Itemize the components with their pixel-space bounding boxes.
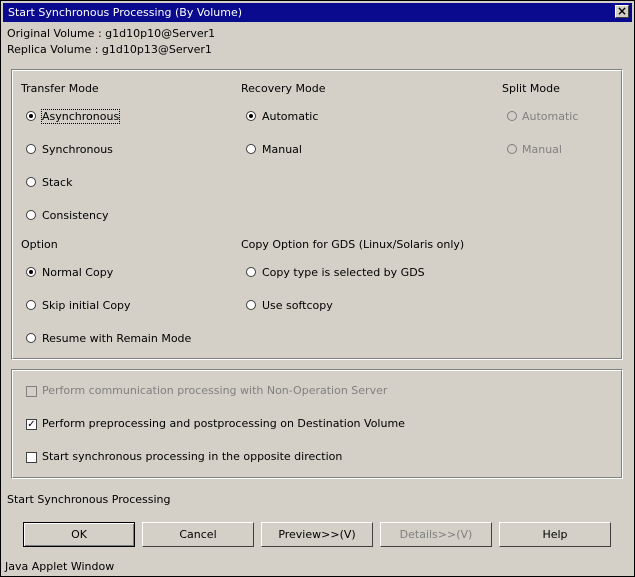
option-normal-copy-label[interactable]: Normal Copy: [42, 266, 113, 279]
preview-button[interactable]: Preview>>(V): [261, 522, 373, 547]
transfer-asynchronous-radio[interactable]: [26, 111, 36, 121]
original-volume-label: Original Volume : g1d10p10@Server1: [7, 27, 216, 40]
ok-button[interactable]: OK: [23, 522, 135, 547]
pre-post-processing-checkbox[interactable]: ✓: [26, 419, 37, 430]
footer-label: Java Applet Window: [5, 560, 115, 573]
use-softcopy-radio[interactable]: [246, 300, 256, 310]
opposite-direction-checkbox[interactable]: [26, 452, 37, 463]
option-heading: Option: [21, 238, 58, 251]
transfer-synchronous-label[interactable]: Synchronous: [42, 143, 113, 156]
transfer-consistency-radio[interactable]: [26, 210, 36, 220]
option-skip-initial-copy-label[interactable]: Skip initial Copy: [42, 299, 131, 312]
split-automatic-radio[interactable]: [507, 111, 517, 121]
status-text: Start Synchronous Processing: [7, 493, 171, 506]
transfer-asynchronous-label[interactable]: Asynchronous: [40, 109, 121, 124]
non-operation-server-checkbox[interactable]: [26, 386, 37, 397]
transfer-stack-radio[interactable]: [26, 177, 36, 187]
replica-volume-label: Replica Volume : g1d10p13@Server1: [7, 43, 212, 56]
window-title: Start Synchronous Processing (By Volume): [8, 6, 243, 19]
split-manual-radio[interactable]: [507, 144, 517, 154]
split-manual-label[interactable]: Manual: [522, 143, 562, 156]
option-resume-remain-label[interactable]: Resume with Remain Mode: [42, 332, 191, 345]
recovery-manual-radio[interactable]: [246, 144, 256, 154]
help-button[interactable]: Help: [499, 522, 611, 547]
option-normal-copy-radio[interactable]: [26, 267, 36, 277]
transfer-consistency-label[interactable]: Consistency: [42, 209, 109, 222]
transfer-mode-heading: Transfer Mode: [21, 82, 99, 95]
split-automatic-label[interactable]: Automatic: [522, 110, 578, 123]
cancel-button[interactable]: Cancel: [142, 522, 254, 547]
option-skip-initial-copy-radio[interactable]: [26, 300, 36, 310]
recovery-mode-heading: Recovery Mode: [241, 82, 326, 95]
split-mode-heading: Split Mode: [502, 82, 560, 95]
opposite-direction-label[interactable]: Start synchronous processing in the oppo…: [42, 450, 342, 463]
non-operation-server-label[interactable]: Perform communication processing with No…: [42, 384, 387, 397]
transfer-synchronous-radio[interactable]: [26, 144, 36, 154]
close-button[interactable]: ×: [615, 5, 629, 18]
copy-selected-by-gds-radio[interactable]: [246, 267, 256, 277]
copy-selected-by-gds-label[interactable]: Copy type is selected by GDS: [262, 266, 425, 279]
title-bar[interactable]: Start Synchronous Processing (By Volume)…: [3, 3, 632, 22]
recovery-automatic-label[interactable]: Automatic: [262, 110, 318, 123]
details-button[interactable]: Details>>(V): [380, 522, 492, 547]
recovery-automatic-radio[interactable]: [246, 111, 256, 121]
transfer-stack-label[interactable]: Stack: [42, 176, 72, 189]
use-softcopy-label[interactable]: Use softcopy: [262, 299, 333, 312]
recovery-manual-label[interactable]: Manual: [262, 143, 302, 156]
pre-post-processing-label[interactable]: Perform preprocessing and postprocessing…: [42, 417, 405, 430]
option-resume-remain-radio[interactable]: [26, 333, 36, 343]
copy-option-heading: Copy Option for GDS (Linux/Solaris only): [241, 238, 465, 251]
